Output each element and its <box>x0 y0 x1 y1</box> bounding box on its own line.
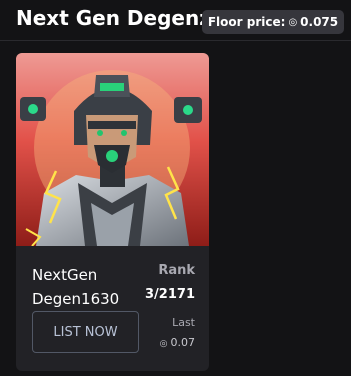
nft-artwork-image[interactable] <box>16 53 209 246</box>
last-sale-price: ◎ 0.07 <box>160 336 195 349</box>
last-sale-value: 0.07 <box>170 336 196 349</box>
collection-header: Next Gen Degenz Floor price: ◎ 0.075 <box>0 0 351 40</box>
solana-coin-icon: ◎ <box>288 16 298 28</box>
floor-price-badge: Floor price: ◎ 0.075 <box>202 10 344 34</box>
rank-value: 3/2171 <box>145 287 195 302</box>
rank-label: Rank <box>158 263 195 278</box>
list-now-button[interactable]: LIST NOW <box>32 311 139 353</box>
collection-title: Next Gen Degenz <box>16 6 211 30</box>
floor-price-label: Floor price: <box>207 15 286 29</box>
nft-card[interactable]: NextGen Degen1630 Rank 3/2171 LIST NOW L… <box>16 53 209 371</box>
solana-coin-icon: ◎ <box>159 339 168 349</box>
nft-name[interactable]: NextGen Degen1630 <box>32 263 142 311</box>
floor-price-value: 0.075 <box>300 15 339 29</box>
last-sale-label: Last <box>172 316 195 329</box>
header-divider <box>0 40 351 41</box>
